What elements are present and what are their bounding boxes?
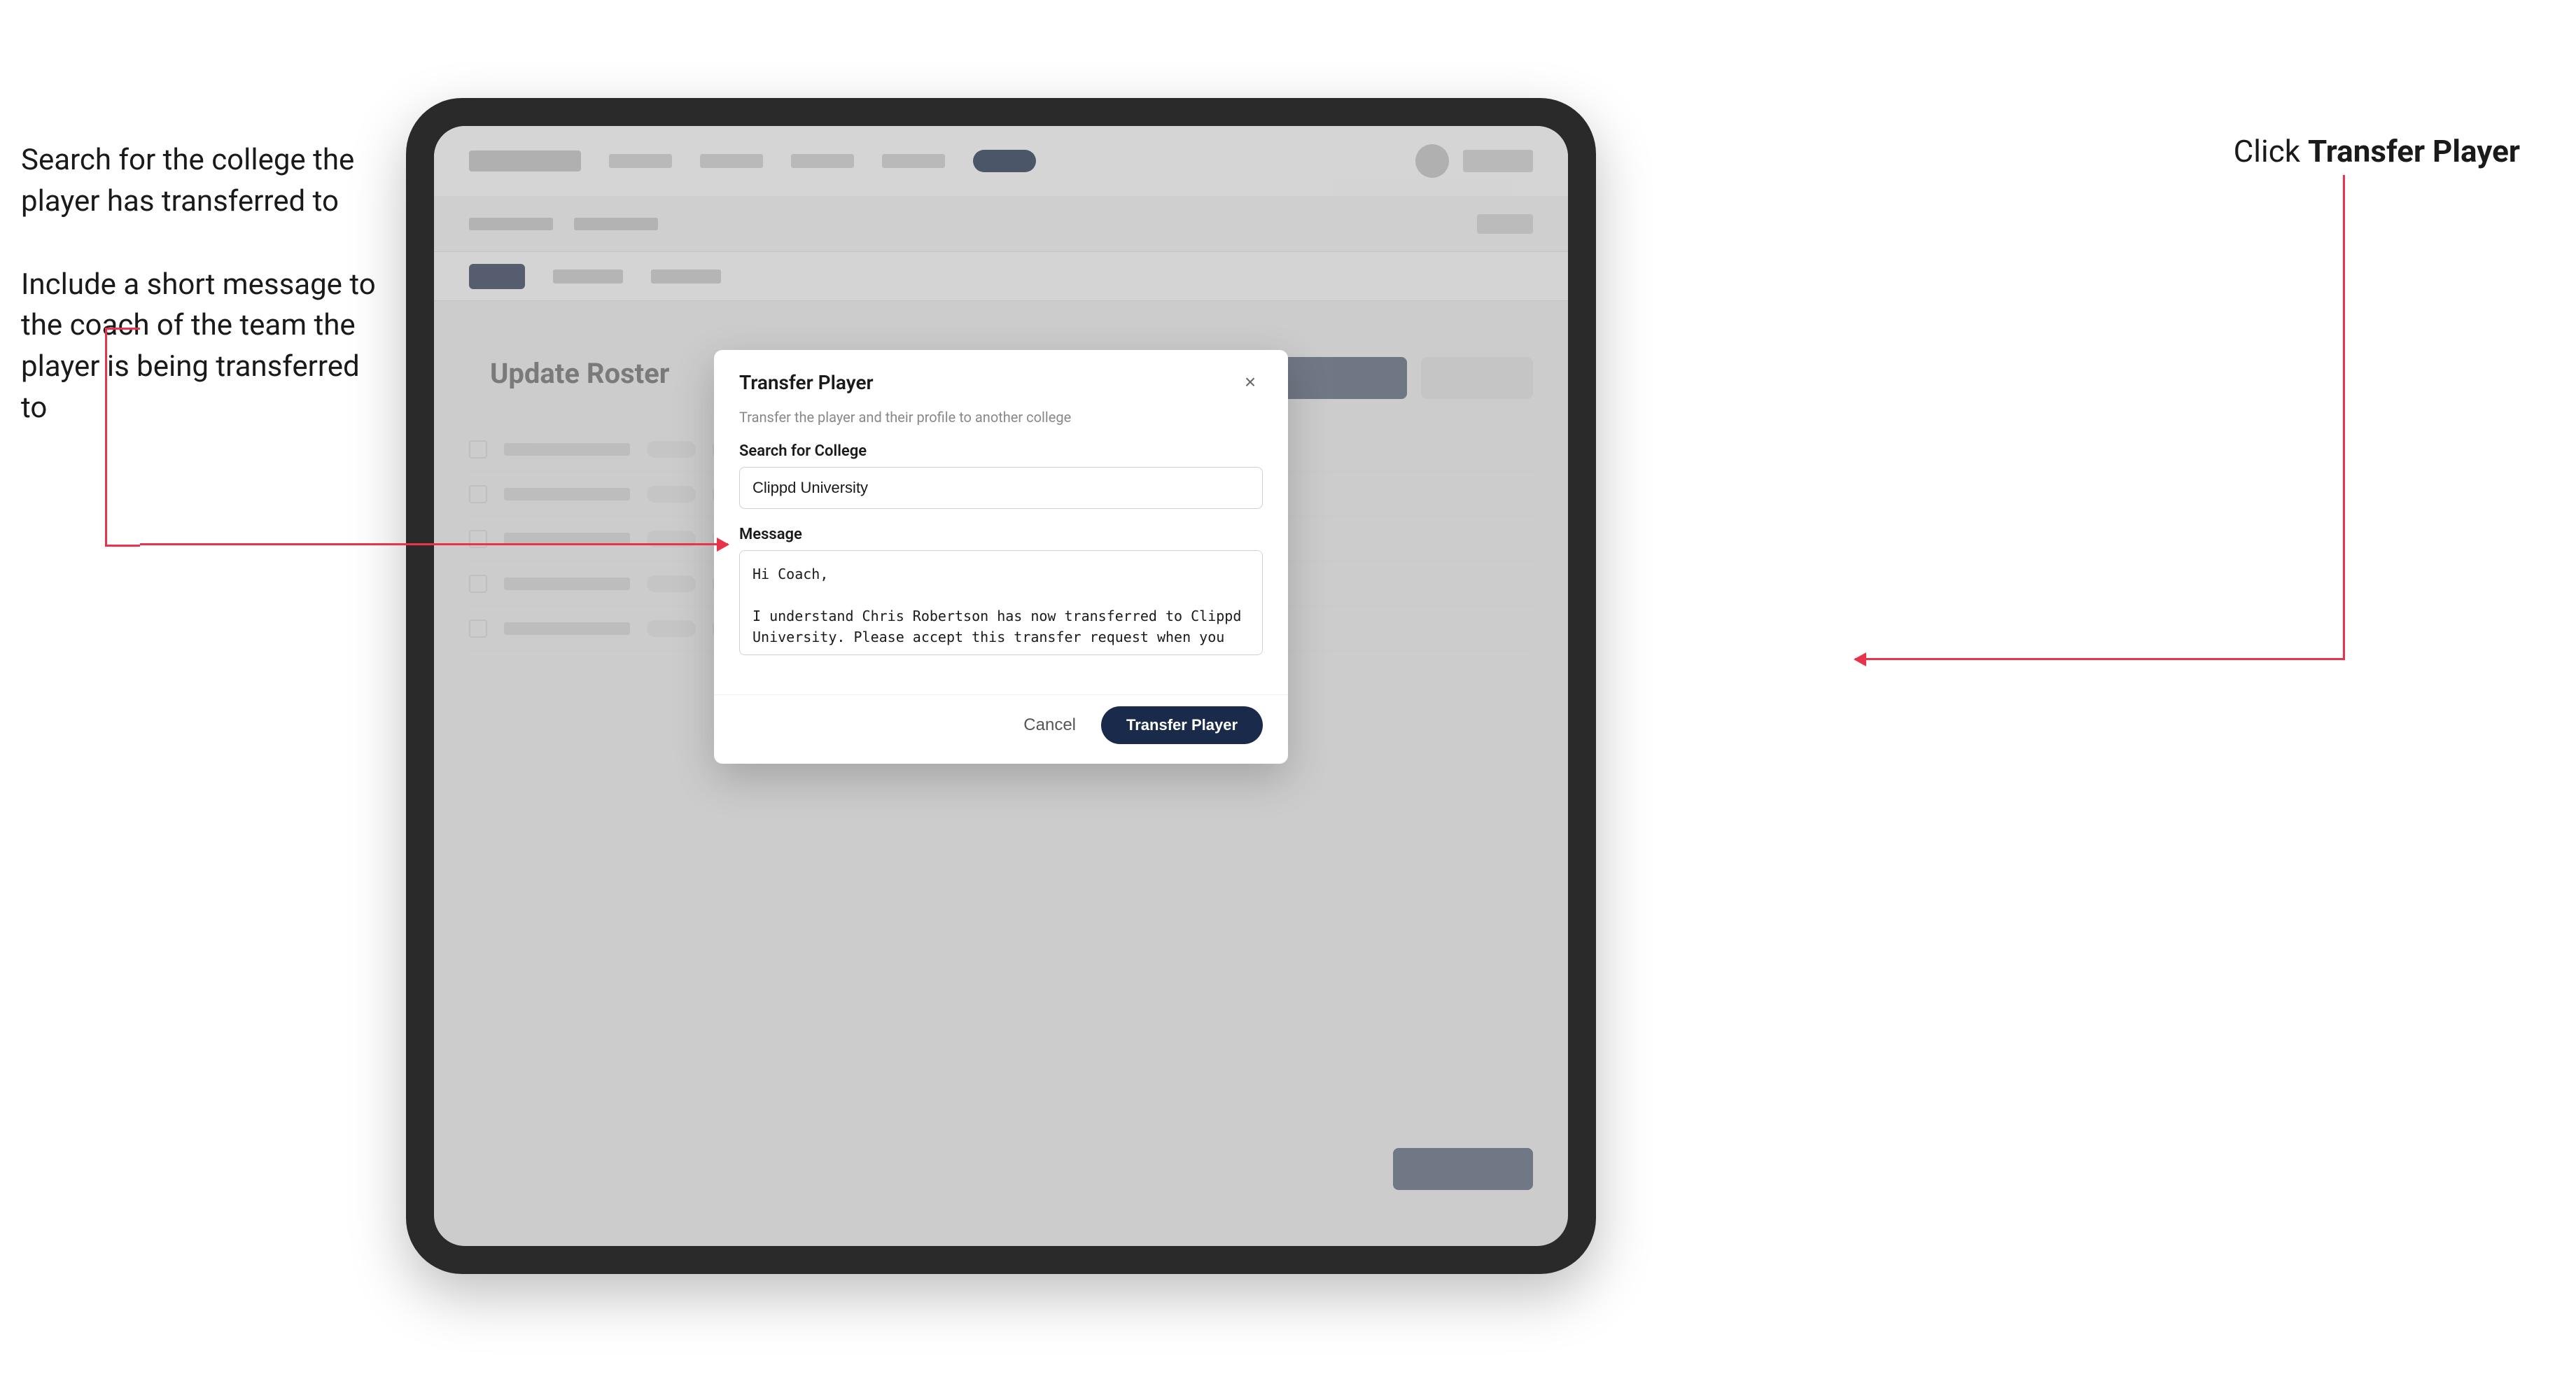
search-for-college-input[interactable]: [739, 467, 1263, 509]
cancel-button[interactable]: Cancel: [1012, 708, 1087, 742]
tablet-frame: Update Roster: [406, 98, 1596, 1274]
annotation-right-bold: Transfer Player: [2308, 133, 2520, 169]
annotation-left: Search for the college the player has tr…: [21, 140, 385, 429]
modal-title: Transfer Player: [739, 371, 874, 394]
modal-footer: Cancel Transfer Player: [714, 694, 1288, 764]
search-for-college-label: Search for College: [739, 442, 1263, 460]
modal-body: Transfer the player and their profile to…: [714, 409, 1288, 694]
annotation-text-1: Search for the college the player has tr…: [21, 140, 385, 223]
right-arrow-vertical: [2343, 175, 2345, 660]
modal-dialog: Transfer Player × Transfer the player an…: [714, 350, 1288, 764]
annotation-right: Click Transfer Player: [2234, 133, 2520, 169]
modal-subtitle: Transfer the player and their profile to…: [739, 409, 1263, 426]
tablet-screen: Update Roster: [434, 126, 1568, 1246]
modal-close-button[interactable]: ×: [1238, 370, 1263, 395]
bracket-line-h-top: [105, 328, 140, 330]
bracket-line-h-bottom: [105, 545, 140, 547]
annotation-text-2: Include a short message to the coach of …: [21, 265, 385, 429]
message-label: Message: [739, 526, 1263, 543]
bracket-arrow-horizontal: [140, 543, 728, 545]
transfer-player-button[interactable]: Transfer Player: [1101, 706, 1263, 744]
message-textarea[interactable]: Hi Coach, I understand Chris Robertson h…: [739, 550, 1263, 655]
right-arrow-horizontal: [1855, 658, 2345, 660]
modal-header: Transfer Player ×: [714, 350, 1288, 409]
annotation-right-prefix: Click: [2234, 133, 2308, 169]
bracket-line-vertical: [105, 328, 107, 545]
